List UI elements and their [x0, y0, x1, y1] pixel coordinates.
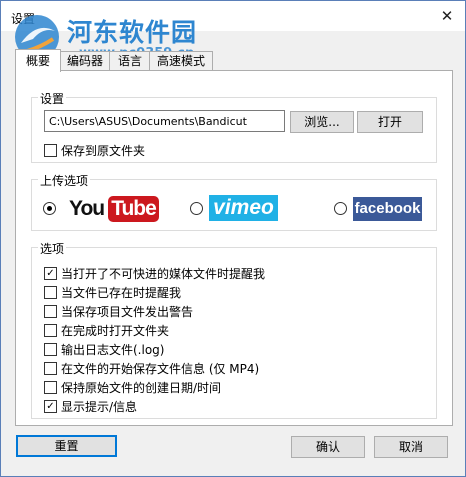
tab-high-speed-mode[interactable]: 高速模式	[149, 51, 213, 71]
reset-button[interactable]: 重置	[16, 435, 117, 457]
option-checkbox[interactable]: ✓	[44, 267, 57, 280]
option-label: 在文件的开始保存文件信息 (仅 MP4)	[61, 362, 260, 376]
tab-general[interactable]: 概要	[15, 49, 61, 72]
upload-options-label: 上传选项	[38, 172, 91, 189]
option-label: 在完成时打开文件夹	[61, 324, 170, 338]
option-checkbox[interactable]	[44, 381, 57, 394]
tab-language[interactable]: 语言	[109, 51, 151, 71]
option-label: 输出日志文件(.log)	[61, 343, 165, 357]
tab-panel-general: 设置 浏览... 打开 保存到原文件夹 上传选项 You Tube vimeo …	[15, 70, 453, 426]
option-label: 显示提示/信息	[61, 400, 138, 414]
save-to-original-checkbox[interactable]	[44, 144, 57, 157]
vimeo-logo[interactable]: vimeo	[209, 195, 278, 221]
option-label: 保持原始文件的创建日期/时间	[61, 381, 222, 395]
option-checkbox[interactable]	[44, 343, 57, 356]
option-checkbox[interactable]	[44, 286, 57, 299]
facebook-logo[interactable]: facebook	[353, 197, 422, 221]
settings-group: 设置 浏览... 打开 保存到原文件夹	[31, 90, 437, 163]
options-group: 选项 ✓ 当打开了不可快进的媒体文件时提醒我 当文件已存在时提醒我 当保存项目文件发出…	[31, 240, 437, 419]
open-button[interactable]: 打开	[357, 111, 423, 133]
option-checkbox[interactable]	[44, 324, 57, 337]
radio-selected-dot	[47, 206, 52, 211]
option-label: 当文件已存在时提醒我	[61, 286, 182, 300]
youtube-logo-text[interactable]: You	[69, 197, 105, 221]
options-group-label: 选项	[38, 240, 67, 257]
settings-group-label: 设置	[38, 90, 67, 107]
youtube-radio[interactable]	[43, 202, 56, 215]
option-checkbox[interactable]	[44, 362, 57, 375]
upload-options-group: 上传选项 You Tube vimeo facebook	[31, 172, 437, 231]
save-to-original-label: 保存到原文件夹	[61, 144, 146, 158]
settings-dialog: 设置 ✕ 河东软件园 www.pc0359.cn 概要 编码器 语言 高速模式 …	[0, 0, 466, 477]
watermark-title: 河东软件园	[67, 18, 198, 47]
youtube-logo-box[interactable]: Tube	[108, 196, 159, 222]
option-checkbox[interactable]	[44, 305, 57, 318]
close-icon[interactable]: ✕	[437, 7, 457, 25]
save-path-input[interactable]	[44, 110, 285, 132]
cancel-button[interactable]: 取消	[374, 436, 448, 458]
ok-button[interactable]: 确认	[291, 436, 365, 458]
vimeo-radio[interactable]	[190, 202, 203, 215]
option-label: 当保存项目文件发出警告	[61, 305, 194, 319]
browse-button[interactable]: 浏览...	[290, 111, 354, 133]
facebook-radio[interactable]	[334, 202, 347, 215]
option-label: 当打开了不可快进的媒体文件时提醒我	[61, 267, 266, 281]
option-checkbox[interactable]: ✓	[44, 400, 57, 413]
tab-encoder[interactable]: 编码器	[59, 51, 111, 71]
